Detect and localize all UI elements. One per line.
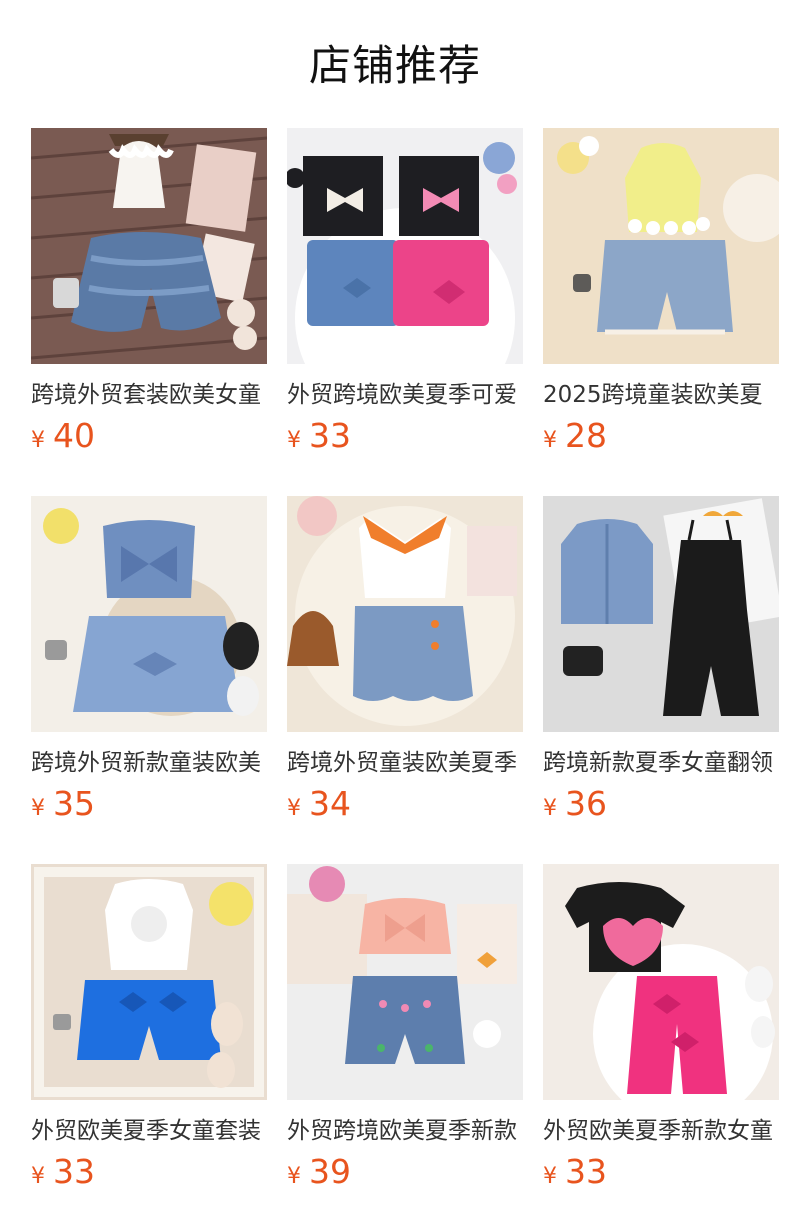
product-price: ¥ 34 <box>287 784 523 824</box>
product-price: ¥ 33 <box>543 1152 779 1192</box>
price-amount: 33 <box>565 1152 607 1191</box>
product-card[interactable]: 跨境外贸新款童装欧美 ¥ 35 <box>31 496 267 864</box>
store-recommend-page: 店铺推荐 跨境外贸套装欧美女童 ¥ 40 外贸跨境欧美夏季可爱 ¥ 33 202… <box>0 0 790 1232</box>
price-amount: 34 <box>309 784 351 823</box>
product-image[interactable] <box>543 128 779 364</box>
currency-symbol: ¥ <box>543 796 557 821</box>
currency-symbol: ¥ <box>287 1164 301 1189</box>
product-name[interactable]: 跨境新款夏季女童翻领 <box>543 748 779 778</box>
currency-symbol: ¥ <box>287 796 301 821</box>
page-title: 店铺推荐 <box>308 41 481 90</box>
product-image[interactable] <box>31 864 267 1100</box>
currency-symbol: ¥ <box>287 428 301 453</box>
product-card[interactable]: 跨境外贸套装欧美女童 ¥ 40 <box>31 128 267 496</box>
product-image[interactable] <box>543 864 779 1100</box>
product-price: ¥ 33 <box>287 416 523 456</box>
currency-symbol: ¥ <box>31 796 45 821</box>
product-image[interactable] <box>543 496 779 732</box>
product-price: ¥ 35 <box>31 784 267 824</box>
product-name[interactable]: 外贸欧美夏季新款女童 <box>543 1116 779 1146</box>
price-amount: 36 <box>565 784 607 823</box>
price-amount: 33 <box>53 1152 95 1191</box>
product-card[interactable]: 跨境新款夏季女童翻领 ¥ 36 <box>543 496 779 864</box>
product-image[interactable] <box>31 128 267 364</box>
price-amount: 39 <box>309 1152 351 1191</box>
currency-symbol: ¥ <box>31 1164 45 1189</box>
product-image[interactable] <box>287 128 523 364</box>
currency-symbol: ¥ <box>543 428 557 453</box>
product-image[interactable] <box>31 496 267 732</box>
product-name[interactable]: 2025跨境童装欧美夏 <box>543 380 779 410</box>
product-card[interactable]: 跨境外贸童装欧美夏季 ¥ 34 <box>287 496 523 864</box>
product-price: ¥ 39 <box>287 1152 523 1192</box>
product-card[interactable]: 外贸欧美夏季女童套装 ¥ 33 <box>31 864 267 1232</box>
product-name[interactable]: 外贸跨境欧美夏季可爱 <box>287 380 523 410</box>
product-price: ¥ 33 <box>31 1152 267 1192</box>
product-name[interactable]: 跨境外贸套装欧美女童 <box>31 380 267 410</box>
product-image[interactable] <box>287 496 523 732</box>
currency-symbol: ¥ <box>543 1164 557 1189</box>
price-amount: 28 <box>565 416 607 455</box>
product-price: ¥ 40 <box>31 416 267 456</box>
product-price: ¥ 36 <box>543 784 779 824</box>
product-price: ¥ 28 <box>543 416 779 456</box>
price-amount: 33 <box>309 416 351 455</box>
product-card[interactable]: 外贸跨境欧美夏季可爱 ¥ 33 <box>287 128 523 496</box>
product-card[interactable]: 外贸跨境欧美夏季新款 ¥ 39 <box>287 864 523 1232</box>
currency-symbol: ¥ <box>31 428 45 453</box>
product-card[interactable]: 外贸欧美夏季新款女童 ¥ 33 <box>543 864 779 1232</box>
price-amount: 40 <box>53 416 95 455</box>
product-card[interactable]: 2025跨境童装欧美夏 ¥ 28 <box>543 128 779 496</box>
product-image[interactable] <box>287 864 523 1100</box>
product-name[interactable]: 跨境外贸新款童装欧美 <box>31 748 267 778</box>
product-name[interactable]: 跨境外贸童装欧美夏季 <box>287 748 523 778</box>
product-grid: 跨境外贸套装欧美女童 ¥ 40 外贸跨境欧美夏季可爱 ¥ 33 2025跨境童装… <box>31 128 779 1232</box>
product-name[interactable]: 外贸欧美夏季女童套装 <box>31 1116 267 1146</box>
price-amount: 35 <box>53 784 95 823</box>
product-name[interactable]: 外贸跨境欧美夏季新款 <box>287 1116 523 1146</box>
